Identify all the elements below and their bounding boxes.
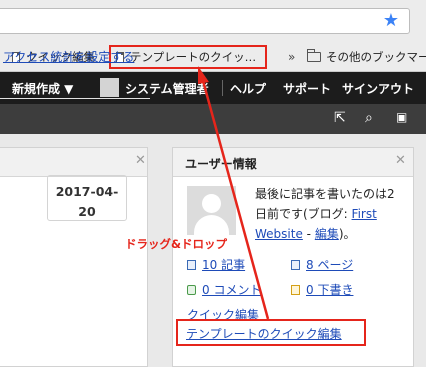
support-link[interactable]: サポート [283, 80, 331, 97]
pages-icon [291, 259, 300, 270]
close-icon[interactable]: ✕ [135, 153, 146, 168]
close-icon[interactable]: ✕ [395, 153, 406, 168]
address-bar[interactable]: ★ [0, 8, 410, 34]
draft-icon [291, 284, 300, 295]
date-badge: 2017-04- 20 [47, 175, 127, 221]
left-widget-header: ✕ [0, 148, 147, 177]
logout-link[interactable]: サインアウト [342, 80, 414, 97]
user-avatar-icon [100, 78, 119, 97]
bookmark-label: その他のブックマー [326, 50, 426, 64]
site-toolbar: ⇱ ⌕ ▣ [0, 104, 426, 134]
user-info-header: ユーザー情報 ✕ [173, 148, 413, 177]
user-avatar [187, 186, 236, 235]
access-stats-link[interactable]: アクセス統計を設定する [3, 48, 134, 65]
edit-link[interactable]: 編集 [315, 227, 339, 241]
bio-sep: - [302, 227, 315, 241]
comments-count[interactable]: 0 コメント [202, 281, 261, 298]
browser-toolbar: ★ [0, 0, 426, 42]
bookmark-other-folder[interactable]: その他のブックマー [307, 49, 426, 65]
lock-icon[interactable]: ▣ [396, 110, 407, 124]
folder-icon [307, 49, 321, 62]
admin-bar: 新規作成 ▼ システム管理者 ヘルプ サポート サインアウト [0, 72, 426, 104]
drag-drop-label: ドラッグ&ドロップ [125, 237, 228, 251]
user-bio: 最後に記事を書いたのは2 日前です(ブログ: First Website - 編… [255, 184, 405, 244]
bookmarks-overflow-chevron[interactable]: » [288, 50, 295, 64]
drafts-stat[interactable]: 0 下書き [291, 281, 353, 298]
date-text: 2017-04- 20 [55, 184, 119, 219]
entries-stat[interactable]: 10 記事 [187, 256, 245, 273]
user-info-title: ユーザー情報 [185, 157, 257, 171]
comments-stat[interactable]: 0 コメント [187, 281, 261, 298]
user-menu[interactable]: システム管理者 [125, 80, 209, 97]
entries-icon [187, 259, 196, 270]
separator [222, 80, 223, 96]
external-link-icon[interactable]: ⇱ [334, 110, 346, 126]
pages-count[interactable]: 8 ページ [306, 256, 353, 273]
entries-count[interactable]: 10 記事 [202, 256, 245, 273]
search-icon[interactable]: ⌕ [365, 110, 373, 126]
drafts-count[interactable]: 0 下書き [306, 281, 353, 298]
pages-stat[interactable]: 8 ページ [291, 256, 353, 273]
help-link[interactable]: ヘルプ [230, 80, 266, 97]
comment-icon [187, 284, 196, 295]
divider [0, 98, 150, 99]
bookmark-star-icon[interactable]: ★ [383, 11, 399, 31]
new-menu[interactable]: 新規作成 ▼ [12, 80, 73, 97]
bio-suffix: )。 [338, 227, 356, 241]
template-quick-edit-link[interactable]: テンプレートのクイック編集 [186, 325, 342, 342]
